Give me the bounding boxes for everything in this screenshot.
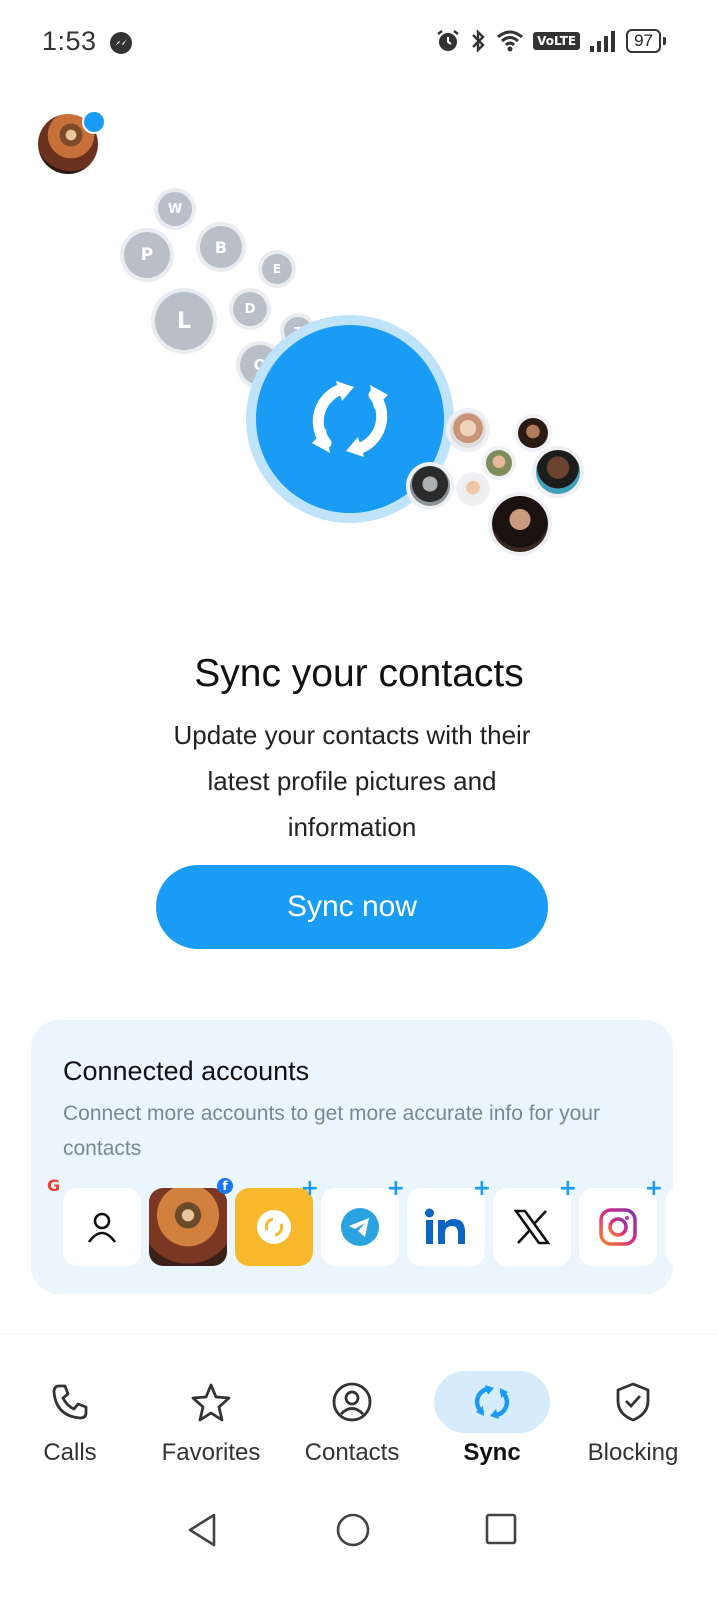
contact-photo [518, 418, 548, 448]
page-subtitle: Update your contacts with their latest p… [173, 720, 531, 842]
nav-blocking-label: Blocking [587, 1439, 679, 1466]
person-icon [87, 1212, 117, 1243]
battery-level: 97 [626, 29, 661, 53]
instagram-icon [599, 1208, 637, 1246]
wifi-icon [497, 30, 524, 52]
add-account-icon: + [300, 1176, 319, 1201]
page-title: Sync your contacts [194, 652, 524, 695]
letter-bubble: D [233, 292, 267, 326]
x-icon [513, 1209, 551, 1245]
nav-sync[interactable]: Sync [422, 1371, 562, 1467]
nav-calls[interactable]: Calls [0, 1371, 140, 1467]
telegram-icon [341, 1208, 379, 1246]
account-telegram[interactable]: + [321, 1176, 405, 1266]
sync-icon [312, 381, 388, 457]
letter-bubble: P [124, 232, 170, 278]
status-icons: VoLTE 97 [435, 28, 666, 54]
account-facebook[interactable]: f [149, 1178, 233, 1266]
letter-bubble: L [155, 292, 213, 350]
account-more[interactable] [665, 1188, 673, 1266]
letter-bubble: E [262, 254, 292, 284]
connected-accounts-title: Connected accounts [63, 1056, 310, 1086]
status-bar: 1:53 VoLTE 97 [0, 0, 718, 86]
battery-icon: 97 [626, 29, 666, 53]
sync-illustration: W P B E L D T O [0, 180, 718, 580]
nav-sync-label: Sync [463, 1439, 521, 1466]
contact-photo [536, 450, 580, 494]
add-account-icon: + [472, 1176, 491, 1201]
account-x[interactable]: + [493, 1176, 577, 1266]
contact-photo [486, 450, 512, 476]
contact-photo [450, 412, 486, 448]
account-instagram[interactable]: + [579, 1176, 663, 1266]
shield-check-icon [616, 1382, 650, 1422]
sync-icon [474, 1385, 510, 1419]
star-icon [191, 1383, 231, 1422]
nav-favorites[interactable]: Favorites [141, 1371, 281, 1467]
home-icon[interactable] [335, 1512, 371, 1548]
connected-accounts-card: Connected accounts Connect more accounts… [31, 1020, 673, 1294]
add-account-icon: + [644, 1176, 663, 1201]
person-circle-icon [332, 1382, 372, 1422]
account-list: G f + + + + + [47, 1176, 673, 1266]
account-contacts[interactable]: G [47, 1176, 141, 1266]
nav-contacts-label: Contacts [304, 1439, 400, 1466]
letter-bubble: B [200, 226, 242, 268]
nav-calls-label: Calls [43, 1439, 97, 1466]
add-account-icon: + [386, 1176, 405, 1201]
nav-contacts[interactable]: Contacts [282, 1371, 422, 1467]
nav-blocking[interactable]: Blocking [563, 1371, 703, 1467]
status-time: 1:53 [42, 26, 97, 56]
contact-photo [460, 476, 486, 502]
notification-dot [82, 110, 106, 134]
sync-now-button[interactable]: Sync now [156, 865, 548, 949]
contact-photo [410, 466, 450, 506]
recents-icon[interactable] [484, 1512, 518, 1546]
bluetooth-icon [472, 29, 485, 53]
linkedin-icon [425, 1208, 465, 1244]
system-nav-bar [0, 1490, 718, 1570]
account-yellow-app[interactable]: + [235, 1176, 319, 1266]
alarm-icon [437, 30, 459, 51]
volte-badge: VoLTE [533, 32, 581, 50]
nav-favorites-label: Favorites [161, 1439, 261, 1466]
signal-icon [590, 31, 616, 52]
add-account-icon: + [558, 1176, 577, 1201]
circle-arrows-icon [257, 1210, 291, 1244]
contact-photo [492, 496, 548, 552]
facebook-badge-icon: f [217, 1178, 233, 1194]
bottom-nav: Calls Favorites Contacts Sync Blocking [0, 1334, 718, 1483]
account-linkedin[interactable]: + [407, 1176, 491, 1266]
phone-icon [52, 1384, 88, 1420]
google-badge-icon: G [47, 1176, 61, 1195]
back-icon[interactable] [186, 1512, 218, 1548]
nav-sync-active-pill [434, 1371, 550, 1433]
letter-bubble: W [158, 192, 192, 226]
connected-accounts-description: Connect more accounts to get more accura… [63, 1102, 600, 1160]
messenger-icon [110, 32, 132, 54]
